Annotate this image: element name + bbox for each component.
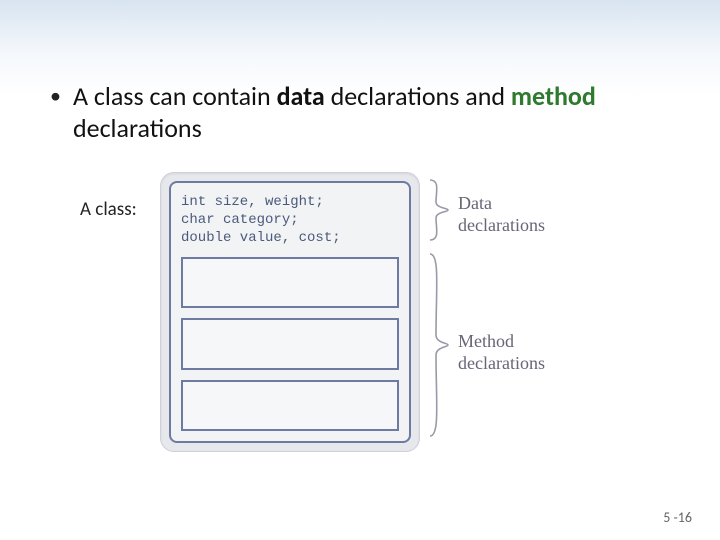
brace-data bbox=[426, 178, 450, 242]
brace-methods bbox=[426, 250, 450, 440]
annotation-data-l2: declarations bbox=[458, 215, 545, 235]
method-box-1 bbox=[181, 257, 399, 308]
data-declarations-block: int size, weight; char category; double … bbox=[181, 193, 399, 247]
bullet-text: A class can contain data declarations an… bbox=[73, 80, 630, 144]
curly-brace-icon bbox=[426, 250, 450, 440]
method-box-2 bbox=[181, 318, 399, 369]
annotation-methods-l2: declarations bbox=[458, 353, 545, 373]
page-number: 5 -16 bbox=[663, 509, 692, 526]
bullet-data-word: data bbox=[277, 80, 325, 112]
class-box: int size, weight; char category; double … bbox=[169, 181, 411, 443]
annotation-methods-l1: Method bbox=[458, 331, 514, 351]
annotation-data: Data declarations bbox=[458, 192, 545, 236]
code-line-3: double value, cost; bbox=[181, 230, 341, 246]
bullet-row: • A class can contain data declarations … bbox=[50, 80, 630, 144]
class-label: A class: bbox=[80, 198, 137, 221]
annotation-methods: Method declarations bbox=[458, 330, 545, 374]
code-line-2: char category; bbox=[181, 212, 299, 228]
bullet-pre: A class can contain bbox=[73, 80, 277, 112]
bullet-dot-icon: • bbox=[50, 80, 61, 112]
slide: • A class can contain data declarations … bbox=[0, 0, 720, 540]
annotation-data-l1: Data bbox=[458, 193, 492, 213]
bullet-mid: declarations and bbox=[325, 80, 511, 112]
bullet-method-word: method bbox=[511, 80, 596, 112]
code-line-1: int size, weight; bbox=[181, 194, 324, 210]
method-box-3 bbox=[181, 380, 399, 431]
bullet-post: declarations bbox=[73, 112, 202, 144]
class-diagram: int size, weight; char category; double … bbox=[160, 172, 420, 452]
curly-brace-icon bbox=[426, 178, 450, 242]
